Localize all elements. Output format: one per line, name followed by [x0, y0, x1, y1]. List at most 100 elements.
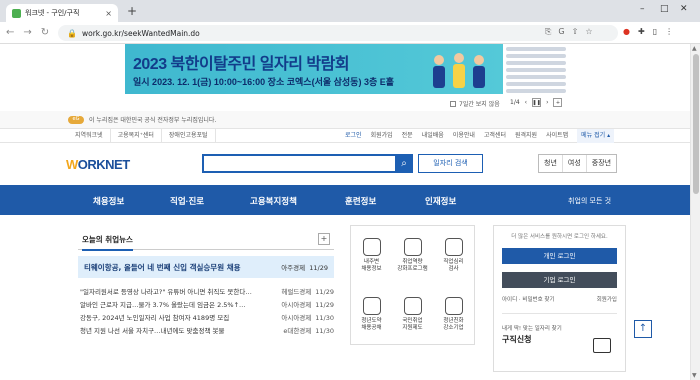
reload-icon[interactable]: ↻	[41, 27, 49, 38]
page-scrollbar[interactable]: ▲ ▼	[690, 44, 700, 380]
menu-kebab-icon[interactable]: ⋮	[665, 27, 673, 36]
banner-title: 2023 북한이탈주민 일자리 박람회	[133, 56, 350, 73]
tab-close-icon[interactable]: ×	[105, 9, 112, 18]
service-youth-hiring[interactable]: 청년도약 채용공채	[351, 285, 392, 344]
page-action-icon[interactable]: ⎘	[545, 27, 551, 37]
service-psych-test[interactable]: 직업심리 검사	[433, 226, 474, 285]
util-link-welfare-center[interactable]: 고용복지⁺센터	[111, 129, 162, 143]
logo-w: W	[66, 157, 78, 172]
news-item-title: 알바인 근로자 지급…물가 3.7% 올랐는데 임금은 2.5%↑…	[80, 300, 246, 309]
sidebar-icon[interactable]: ▯	[653, 27, 657, 36]
headline-meta: 아주경제 11/29	[281, 262, 328, 272]
headline-source: 아주경제	[281, 264, 306, 272]
new-tab-button[interactable]: +	[127, 4, 137, 18]
pause-icon[interactable]: ❚❚	[532, 98, 542, 107]
back-arrow-icon[interactable]: ←	[6, 27, 14, 38]
job-match-prompt: 내게 딱! 맞는 일자리 찾기	[502, 326, 562, 332]
window-close-icon[interactable]: ✕	[680, 4, 688, 14]
util-guide-link[interactable]: 이용안내	[453, 129, 475, 143]
util-link-region[interactable]: 지역워크넷	[68, 129, 111, 143]
service-nearby-jobs[interactable]: 내주변 채용정보	[351, 226, 392, 285]
news-more-button[interactable]: +	[318, 233, 330, 245]
job-search-input[interactable]	[202, 154, 397, 173]
google-icon[interactable]: G	[558, 27, 564, 37]
forward-arrow-icon[interactable]: →	[23, 27, 31, 38]
news-item[interactable]: 청년 지원 나선 서울 자치구…내년에도 맞춤정책 봇물 e대한경제 11/30	[78, 323, 334, 336]
scroll-thumb[interactable]	[693, 54, 699, 194]
share-icon[interactable]: ⇧	[572, 27, 579, 37]
service-label: 내주변 채용정보	[361, 259, 382, 272]
join-link[interactable]: 회원가입	[597, 295, 617, 303]
news-item-title: 강동구, 2024년 노인일자리 사업 참여자 4189명 모집	[80, 313, 230, 322]
toolbar-icons: ● ✚ ▯ ⋮	[623, 27, 673, 36]
util-expert-link[interactable]: 전문	[402, 129, 413, 143]
segment-middle-aged[interactable]: 중장년	[587, 155, 616, 172]
personal-login-button[interactable]: 개인 로그인	[502, 248, 617, 264]
extension-red-icon[interactable]: ●	[623, 27, 630, 36]
nav-career[interactable]: 직업·진로	[170, 195, 204, 207]
back-to-top-button[interactable]: ↑	[634, 320, 652, 338]
banner-sponsors	[506, 47, 566, 93]
find-id-password-link[interactable]: 아이디 · 비밀번호 찾기	[502, 295, 555, 303]
nav-welfare-policy[interactable]: 고용복지정책	[250, 195, 297, 207]
browser-tab[interactable]: 워크넷 - 구인/구직 ×	[6, 4, 118, 22]
main-nav: 채용정보 직업·진로 고용복지정책 훈련정보 인재정보 취업의 모든 것	[0, 185, 690, 215]
news-title[interactable]: 오늘의 취업뉴스	[82, 234, 133, 251]
address-bar-row: ← → ↻ 🔒 work.go.kr/seekWantedMain.do ⎘ G…	[0, 22, 700, 44]
job-search-button[interactable]: 일자리 검색	[418, 154, 483, 173]
news-item-title: 청년 지원 나선 서울 자치구…내년에도 맞춤정책 봇물	[80, 326, 225, 335]
news-item-source: 헤럴드경제	[281, 287, 312, 296]
extension-icons: ⎘ G ⇧ ☆	[545, 27, 592, 37]
segment-women[interactable]: 여성	[563, 155, 587, 172]
worknet-logo[interactable]: WORKNET	[66, 157, 130, 172]
nav-all-about-jobs[interactable]: 취업의 모든 것	[568, 196, 611, 206]
nav-job-info[interactable]: 채용정보	[93, 195, 124, 207]
util-left-links: 지역워크넷 고용복지⁺센터 장애인고용포털	[68, 129, 216, 143]
gov-notice-text: 이 누리집은 대한민국 공식 전자정부 누리집입니다.	[89, 117, 217, 124]
scroll-down-icon[interactable]: ▼	[692, 372, 697, 379]
nav-training[interactable]: 훈련정보	[345, 195, 376, 207]
news-item-source: e대한경제	[283, 326, 312, 335]
service-label: 청년친화 강소기업	[443, 318, 464, 331]
search-icon[interactable]: ⌕	[395, 154, 413, 173]
bookmark-star-icon[interactable]: ☆	[585, 27, 592, 37]
next-slide-icon[interactable]: ›	[546, 99, 548, 106]
util-naeilbaeum-link[interactable]: 내일배움	[422, 129, 444, 143]
minimize-icon[interactable]: –	[640, 4, 645, 14]
util-login-link[interactable]: 로그인	[345, 129, 362, 143]
util-join-link[interactable]: 회원가입	[371, 129, 393, 143]
page-content: 2023 북한이탈주민 일자리 박람회 일시 2023. 12. 1(금) 10…	[0, 44, 690, 380]
hide-checkbox[interactable]	[450, 100, 456, 107]
prev-slide-icon[interactable]: ‹	[525, 99, 527, 106]
menu-collapse-button[interactable]: 메뉴 접기 ▴	[577, 129, 615, 143]
segment-youth[interactable]: 청년	[539, 155, 563, 172]
login-message: 더 많은 서비스를 원하시면 로그인 하세요.	[511, 234, 608, 240]
scroll-up-icon[interactable]: ▲	[692, 45, 697, 52]
util-sitemap-link[interactable]: 사이트맵	[546, 129, 568, 143]
news-list: "일자리원서로 등영상 나라고?" 유튜버 아니면 취직도 못한다… 헤럴드경제 1…	[78, 284, 334, 336]
puzzle-icon[interactable]: ✚	[638, 27, 645, 36]
event-banner[interactable]: 2023 북한이탈주민 일자리 박람회 일시 2023. 12. 1(금) 10…	[125, 44, 503, 94]
util-link-disabled-portal[interactable]: 장애인고용포털	[162, 129, 216, 143]
service-national-employment[interactable]: 국민취업 지원제도	[392, 285, 433, 344]
url-field[interactable]: 🔒 work.go.kr/seekWantedMain.do	[58, 25, 618, 41]
news-headline[interactable]: 티웨이항공, 올들어 네 번째 신입 객실승무원 채용 아주경제 11/29	[78, 256, 334, 278]
service-capacity-program[interactable]: 취업역량 강화프로그램	[392, 226, 433, 285]
login-panel: 더 많은 서비스를 원하시면 로그인 하세요. 개인 로그인 기업 로그인 아이…	[493, 225, 626, 372]
news-item[interactable]: 강동구, 2024년 노인일자리 사업 참여자 4189명 모집 아시아경제 11/…	[78, 310, 334, 323]
service-youth-friendly-sme[interactable]: 청년친화 강소기업	[433, 285, 474, 344]
util-customer-link[interactable]: 고객센터	[484, 129, 506, 143]
building-icon	[444, 297, 463, 316]
news-item-title: "일자리원서로 등영상 나라고?" 유튜버 아니면 취직도 못한다…	[80, 287, 252, 296]
service-label: 취업역량 강화프로그램	[397, 259, 428, 272]
news-item[interactable]: 알바인 근로자 지급…물가 3.7% 올랐는데 임금은 2.5%↑… 아시아경제 1…	[78, 297, 334, 310]
nav-talent[interactable]: 인재정보	[425, 195, 456, 207]
news-item-date: 11/29	[315, 300, 334, 309]
company-login-button[interactable]: 기업 로그인	[502, 272, 617, 288]
util-remote-link[interactable]: 원격지원	[515, 129, 537, 143]
maximize-icon[interactable]: □	[660, 4, 669, 14]
gov-notice-bar: eG 이 누리집은 대한민국 공식 전자정부 누리집입니다.	[0, 111, 690, 129]
banner-hide-option[interactable]: 7일간 보지 않음	[450, 99, 500, 108]
expand-plus-icon[interactable]: +	[553, 98, 563, 107]
news-item[interactable]: "일자리원서로 등영상 나라고?" 유튜버 아니면 취직도 못한다… 헤럴드경제 1…	[78, 284, 334, 297]
